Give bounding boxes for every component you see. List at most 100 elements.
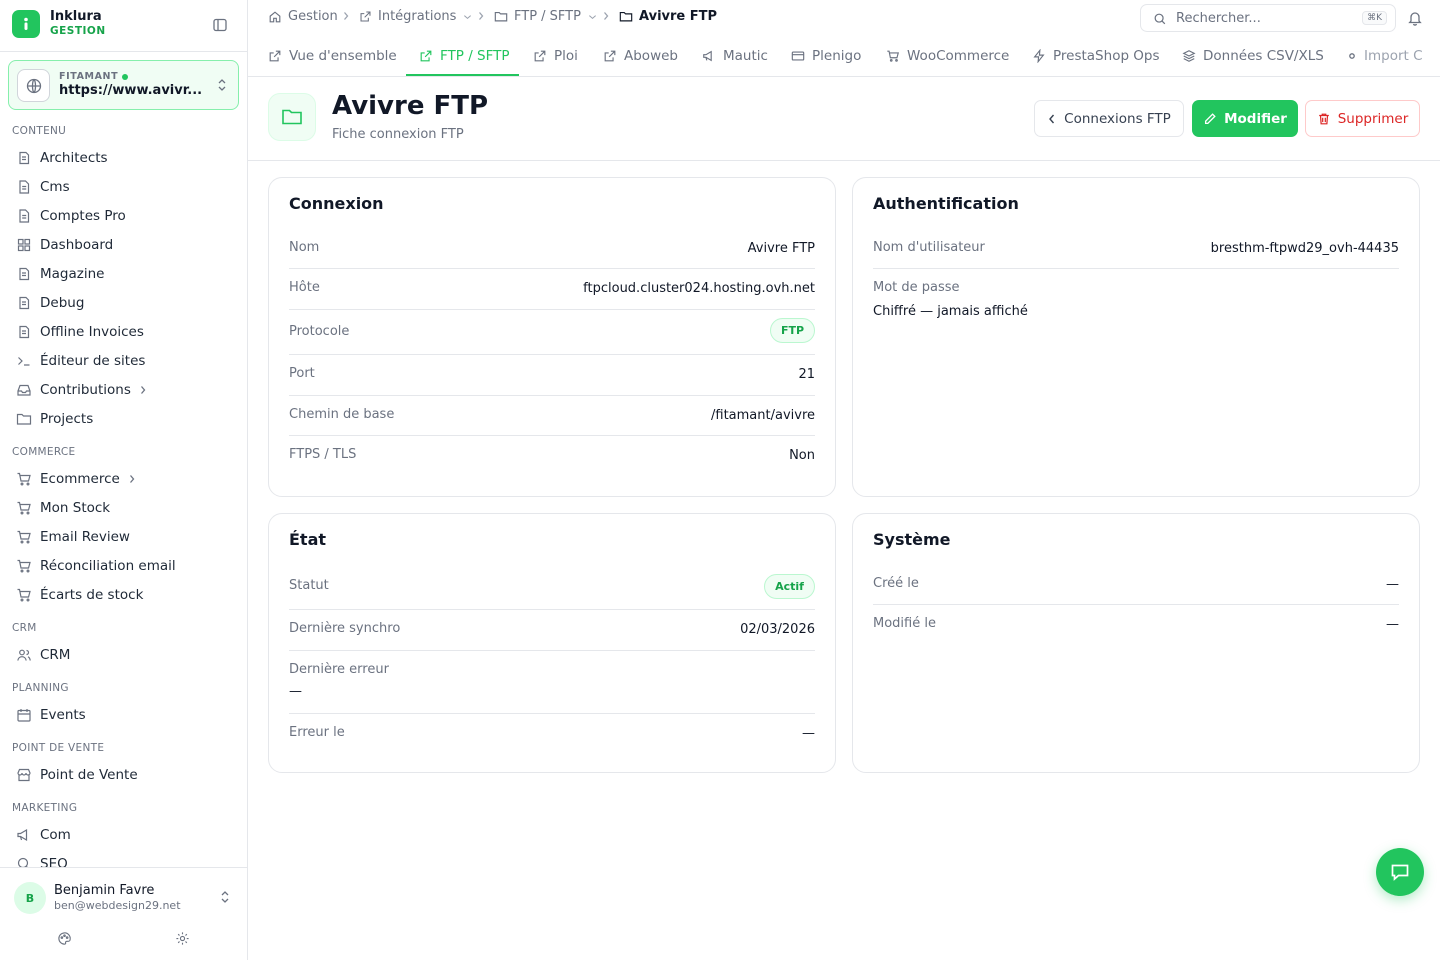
tab-plenigo[interactable]: Plenigo [791, 34, 861, 76]
terminal-icon [16, 353, 32, 369]
tab-ftp-sftp[interactable]: FTP / SFTP [419, 34, 510, 76]
tab-label: WooCommerce [907, 47, 1010, 64]
sidebar-item-architects[interactable]: Architects [12, 145, 236, 171]
sidebar-item-label: Architects [40, 150, 108, 166]
sidebar-item-label: Ecommerce [40, 471, 120, 487]
sidebar-item-label: Mon Stock [40, 500, 111, 516]
sidebar-item-label: Projects [40, 411, 94, 427]
home-icon [268, 10, 282, 24]
button-label: Connexions FTP [1064, 110, 1171, 127]
card-connexion: Connexion Nom Avivre FTP Hôte ftpcloud.c… [268, 177, 836, 497]
tab-ploi[interactable]: Ploi [533, 34, 578, 76]
site-switcher[interactable]: FITAMANT https://www.avivr... [8, 60, 239, 110]
search-box[interactable]: Rechercher... ⌘K [1140, 4, 1396, 32]
sidebar-item-point-de-vente[interactable]: Point de Vente [12, 762, 236, 788]
divider [873, 604, 1399, 605]
field-label: Statut [289, 578, 329, 593]
field-label: Port [289, 366, 315, 381]
sidebar-item-label: Offline Invoices [40, 324, 144, 340]
user-name: Benjamin Favre [54, 883, 155, 898]
avatar[interactable]: B [14, 882, 46, 914]
chat-bubble-icon [1389, 861, 1411, 883]
chevron-right-icon [602, 11, 610, 21]
sidebar-item-email-review[interactable]: Email Review [12, 524, 236, 550]
top-bar: Gestion Intégrations FTP / SFTP Avivre F… [248, 0, 1440, 34]
delete-button[interactable]: Supprimer [1305, 100, 1420, 137]
field-label: Erreur le [289, 725, 345, 740]
card-authentification: Authentification Nom d'utilisateur brest… [852, 177, 1420, 497]
field-label: Mot de passe [873, 280, 960, 295]
sidebar-item-crm[interactable]: CRM [12, 642, 236, 668]
nav-section-pdv: POINT DE VENTE [12, 742, 105, 754]
file-stack-icon [16, 295, 32, 311]
field-label: Protocole [289, 324, 350, 339]
back-to-list-button[interactable]: Connexions FTP [1034, 100, 1184, 137]
tab-donnees-csv[interactable]: Données CSV/XLS [1182, 34, 1324, 76]
brand-subtitle: GESTION [50, 25, 106, 37]
tab-label: FTP / SFTP [440, 47, 510, 64]
settings-gear-icon[interactable] [175, 931, 190, 946]
bell-icon[interactable] [1407, 10, 1423, 26]
cart-icon [886, 49, 900, 63]
sidebar-item-label: Réconciliation email [40, 558, 176, 574]
page-title: Avivre FTP [332, 91, 489, 121]
divider [0, 51, 247, 52]
sidebar-item-comptes-pro[interactable]: Comptes Pro [12, 203, 236, 229]
folder-icon [16, 411, 32, 427]
chevrons-up-down-icon[interactable] [219, 890, 231, 904]
tab-mautic[interactable]: Mautic [702, 34, 768, 76]
breadcrumb-ftp[interactable]: FTP / SFTP [494, 9, 597, 24]
sidebar-item-cms[interactable]: Cms [12, 174, 236, 200]
breadcrumb-integrations[interactable]: Intégrations [359, 9, 472, 24]
sidebar-item-debug[interactable]: Debug [12, 290, 236, 316]
divider [289, 309, 815, 310]
tab-aboweb[interactable]: Aboweb [603, 34, 678, 76]
megaphone-icon [702, 49, 716, 63]
field-value: — [1386, 577, 1399, 592]
sidebar-toggle-icon[interactable] [212, 17, 228, 33]
sidebar-item-ecommerce[interactable]: Ecommerce [12, 466, 236, 492]
sidebar-item-com[interactable]: Com [12, 822, 236, 848]
sidebar-item-ecarts-de-stock[interactable]: Écarts de stock [12, 582, 236, 608]
brand-name: Inklura [50, 9, 102, 24]
breadcrumb-label: Avivre FTP [639, 9, 718, 24]
tab-woocommerce[interactable]: WooCommerce [886, 34, 1010, 76]
palette-icon[interactable] [57, 931, 72, 946]
field-value: — [802, 726, 815, 741]
user-email: ben@webdesign29.net [54, 899, 181, 912]
divider [289, 435, 815, 436]
tab-label: Import C [1364, 47, 1423, 64]
breadcrumb-current: Avivre FTP [619, 9, 717, 24]
tab-label: Données CSV/XLS [1203, 47, 1324, 64]
sidebar-item-projects[interactable]: Projects [12, 406, 236, 432]
sidebar-item-seo[interactable]: SEO [12, 851, 236, 868]
sidebar-item-magazine[interactable]: Magazine [12, 261, 236, 287]
tab-import[interactable]: Import C [1347, 34, 1423, 76]
sidebar-item-events[interactable]: Events [12, 702, 236, 728]
page-subtitle: Fiche connexion FTP [332, 127, 464, 142]
sidebar-item-offline-invoices[interactable]: Offline Invoices [12, 319, 236, 345]
search-input[interactable]: Rechercher... [1176, 11, 1261, 26]
nav-section-commerce: COMMERCE [12, 446, 76, 458]
sidebar-item-label: Écarts de stock [40, 587, 144, 603]
brand[interactable]: Inklura GESTION [12, 10, 106, 38]
sidebar-item-contributions[interactable]: Contributions [12, 377, 236, 403]
field-label: Nom d'utilisateur [873, 240, 985, 255]
divider [289, 609, 815, 610]
field-value: Chiffré — jamais affiché [873, 304, 1028, 319]
sidebar-item-mon-stock[interactable]: Mon Stock [12, 495, 236, 521]
field-value: — [289, 684, 302, 699]
field-label: Nom [289, 240, 320, 255]
sidebar-item-editeur-de-sites[interactable]: Éditeur de sites [12, 348, 236, 374]
status-badge: Actif [764, 574, 815, 599]
divider [289, 395, 815, 396]
sidebar-item-reconciliation-email[interactable]: Réconciliation email [12, 553, 236, 579]
edit-button[interactable]: Modifier [1192, 100, 1298, 137]
field-value: 02/03/2026 [740, 622, 815, 637]
tab-prestashop[interactable]: PrestaShop Ops [1032, 34, 1160, 76]
tab-vue-ensemble[interactable]: Vue d'ensemble [268, 34, 397, 76]
sidebar-item-dashboard[interactable]: Dashboard [12, 232, 236, 258]
breadcrumb-home[interactable]: Gestion [268, 9, 338, 24]
chat-button[interactable] [1376, 848, 1424, 896]
chevron-left-icon [1047, 113, 1057, 125]
